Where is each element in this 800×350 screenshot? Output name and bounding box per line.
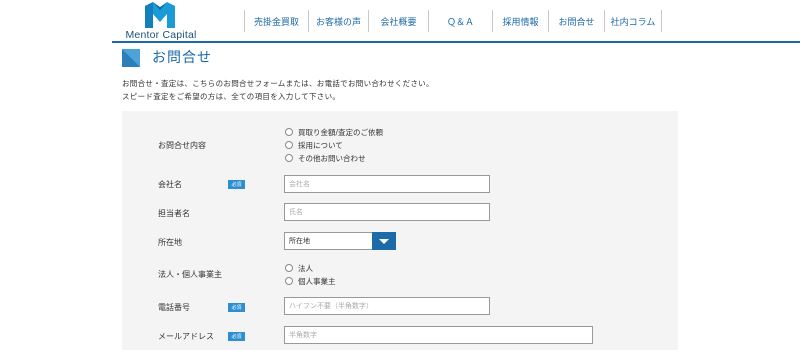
- phone-label: 電話番号: [158, 303, 190, 312]
- radio-option-quote-request[interactable]: 買取り金額/査定のご依頼: [285, 127, 383, 137]
- required-badge: 必須: [228, 332, 245, 341]
- intro-text-line-1: お問合せ・査定は、こちらのお問合せフォームまたは、お電話でお問い合わせください。: [122, 79, 434, 88]
- main-nav: 売掛金買取 お客様の声 会社概要 Ｑ＆Ａ 採用情報 お問合せ 社内コラム: [244, 10, 662, 32]
- logo[interactable]: Mentor Capital: [116, 2, 206, 41]
- nav-item-company-profile[interactable]: 会社概要: [368, 10, 428, 32]
- radio-button[interactable]: [285, 277, 293, 285]
- phone-input[interactable]: ハイフン不要（半角数字）: [284, 297, 490, 315]
- company-name-label: 会社名: [158, 180, 182, 189]
- radio-option-sole-proprietor[interactable]: 個人事業主: [285, 276, 336, 286]
- radio-option-other[interactable]: その他お問い合わせ: [285, 153, 366, 163]
- site-header: Mentor Capital 売掛金買取 お客様の声 会社概要 Ｑ＆Ａ 採用情報…: [0, 0, 800, 44]
- chevron-down-icon[interactable]: [372, 232, 396, 250]
- nav-item-receivables-purchase[interactable]: 売掛金買取: [244, 10, 308, 32]
- location-select-value: 所在地: [289, 237, 310, 245]
- radio-option-corporation[interactable]: 法人: [285, 263, 313, 273]
- intro-text-line-2: スピード査定をご希望の方は、全ての項目を入力して下さい。: [122, 92, 341, 101]
- radio-button[interactable]: [285, 141, 293, 149]
- radio-option-recruitment[interactable]: 採用について: [285, 140, 343, 150]
- location-label: 所在地: [158, 238, 182, 247]
- email-label: メールアドレス: [158, 332, 214, 341]
- logo-text: Mentor Capital: [125, 29, 197, 41]
- contact-person-label: 担当者名: [158, 209, 190, 218]
- page-title: お問合せ: [152, 50, 212, 66]
- inquiry-type-label: お問合せ内容: [158, 141, 206, 150]
- radio-option-label: 個人事業主: [298, 276, 336, 286]
- nav-item-qa[interactable]: Ｑ＆Ａ: [428, 10, 492, 32]
- company-name-input[interactable]: 会社名: [284, 175, 490, 193]
- header-divider: [112, 41, 800, 43]
- required-badge: 必須: [228, 303, 245, 312]
- entity-type-label: 法人・個人事業主: [158, 270, 222, 279]
- logo-mark-icon: [145, 2, 175, 28]
- radio-button[interactable]: [285, 128, 293, 136]
- radio-option-label: 法人: [298, 263, 313, 273]
- nav-item-recruitment[interactable]: 採用情報: [492, 10, 548, 32]
- contact-person-input[interactable]: 氏名: [284, 203, 490, 221]
- radio-option-label: 採用について: [298, 140, 343, 150]
- required-badge: 必須: [228, 180, 245, 189]
- nav-item-customer-voices[interactable]: お客様の声: [308, 10, 368, 32]
- radio-option-label: 買取り金額/査定のご依頼: [298, 127, 384, 137]
- title-icon: [122, 49, 140, 67]
- radio-button[interactable]: [285, 154, 293, 162]
- radio-option-label: その他お問い合わせ: [298, 153, 366, 163]
- nav-item-column[interactable]: 社内コラム: [604, 10, 662, 32]
- email-input[interactable]: 半角数字: [284, 326, 593, 344]
- nav-item-contact[interactable]: お問合せ: [548, 10, 604, 32]
- location-select[interactable]: 所在地: [284, 232, 396, 250]
- radio-button[interactable]: [285, 264, 293, 272]
